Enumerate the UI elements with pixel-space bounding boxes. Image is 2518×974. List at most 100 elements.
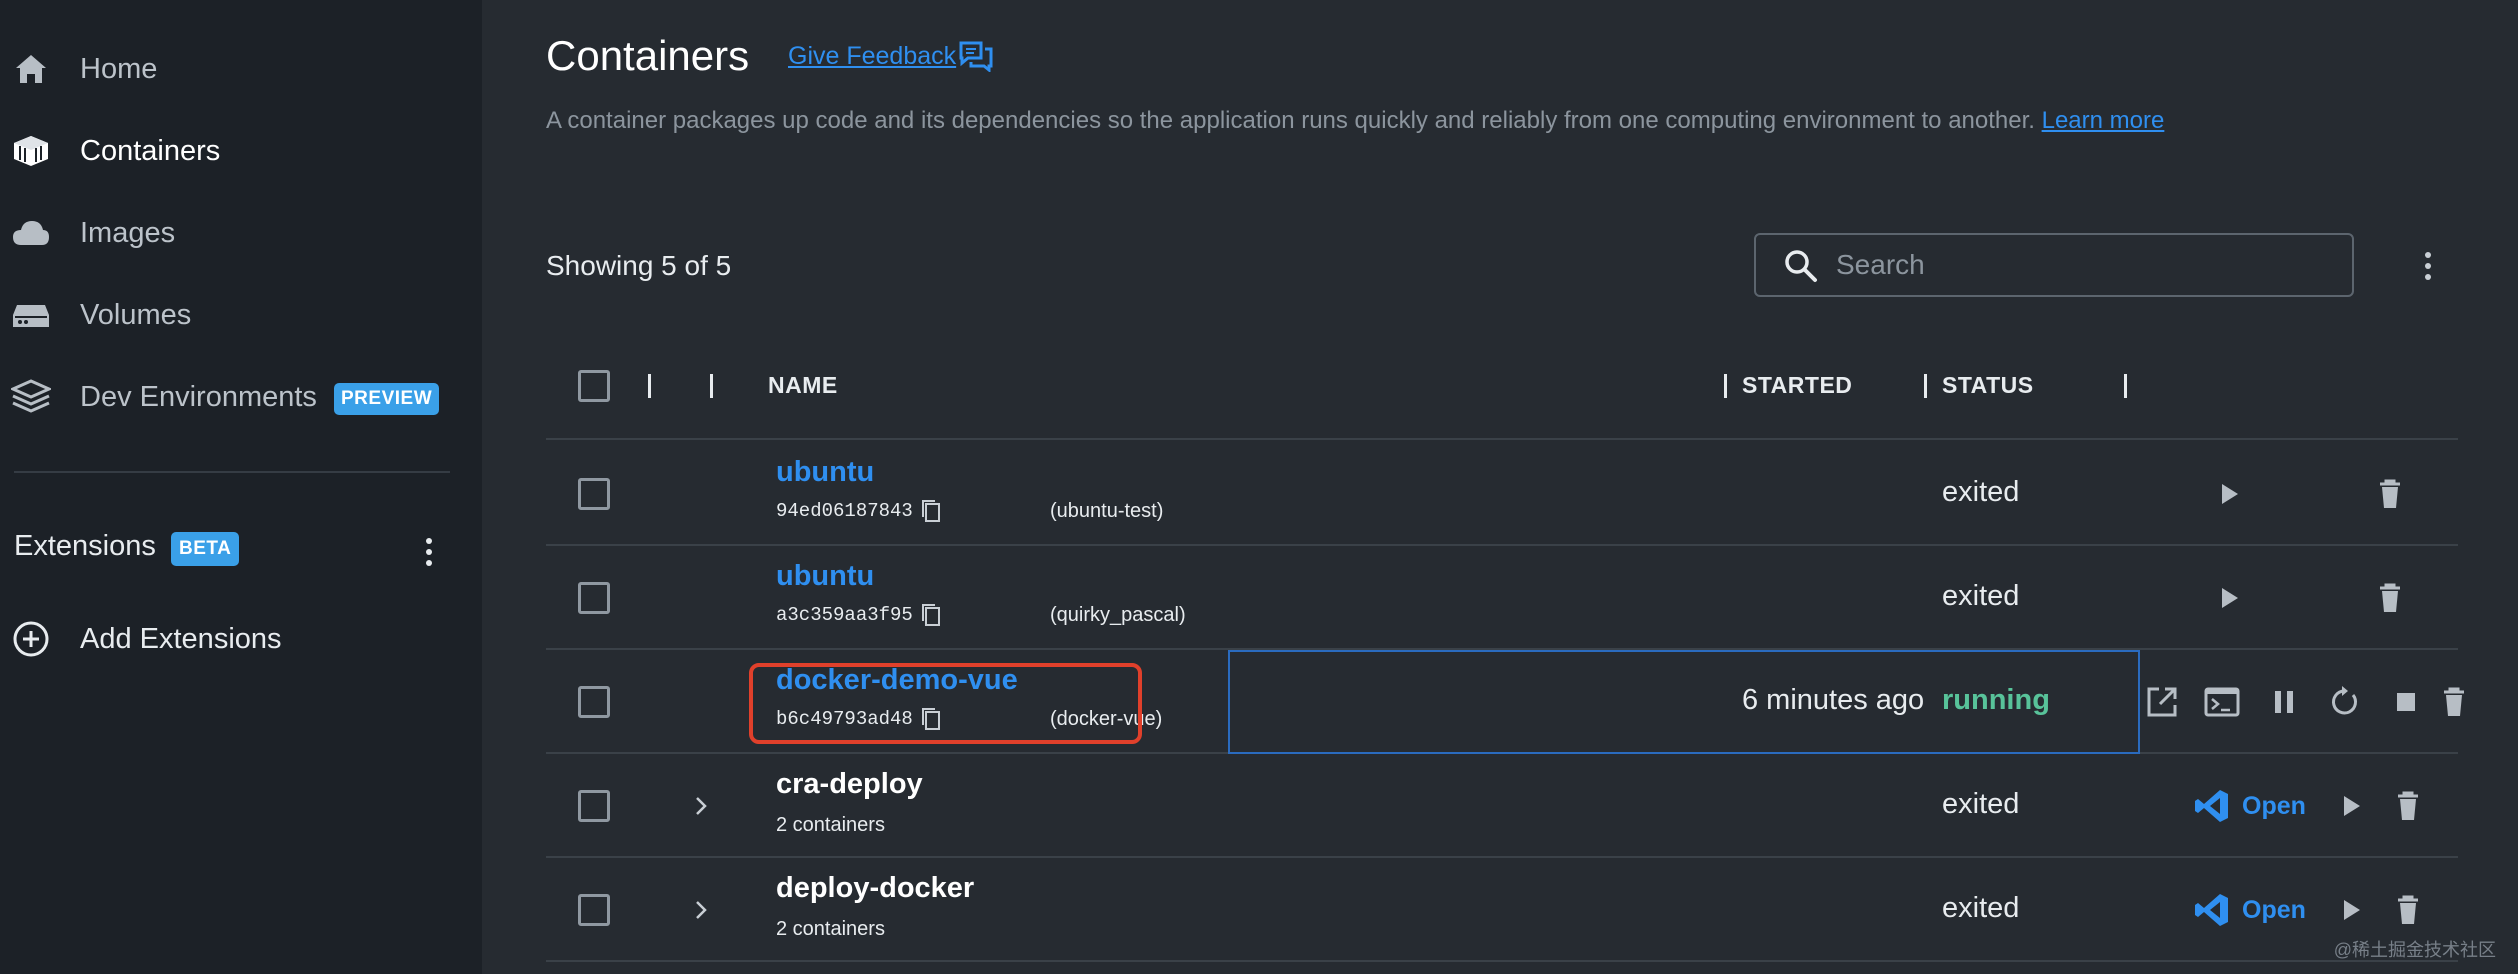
container-name-link[interactable]: ubuntu — [776, 560, 874, 593]
column-divider[interactable] — [2124, 374, 2127, 398]
dev-env-icon — [10, 376, 52, 418]
volume-icon — [10, 294, 52, 336]
nav-item-images[interactable]: Images — [0, 201, 482, 265]
compose-group-name[interactable]: cra-deploy — [776, 768, 923, 801]
container-id: a3c359aa3f95 — [776, 604, 913, 626]
container-image-alias: (docker-vue) — [1050, 708, 1163, 730]
extensions-menu-button[interactable] — [415, 532, 443, 572]
container-image-alias: (quirky_pascal) — [1050, 604, 1186, 626]
column-divider[interactable] — [1924, 374, 1927, 398]
open-in-browser-icon[interactable] — [2142, 682, 2182, 722]
table-row[interactable]: cra-deploy 2 containers exited Open — [546, 754, 2458, 858]
table-header: NAME STARTED STATUS — [546, 350, 2458, 440]
results-count: Showing 5 of 5 — [546, 250, 732, 281]
status-text: exited — [1942, 892, 2020, 924]
cloud-icon — [10, 212, 52, 254]
container-name-link[interactable]: ubuntu — [776, 456, 874, 489]
chevron-right-icon[interactable] — [686, 892, 716, 928]
search-box[interactable] — [1754, 233, 2354, 297]
copy-icon[interactable] — [920, 498, 942, 524]
container-count: 2 containers — [776, 918, 885, 940]
select-all-checkbox[interactable] — [578, 370, 610, 402]
main-content: Containers Give Feedback A container pac… — [482, 0, 2518, 974]
home-icon — [10, 48, 52, 90]
stop-icon[interactable] — [2386, 682, 2426, 722]
container-image-alias: (ubuntu-test) — [1050, 500, 1164, 522]
delete-icon[interactable] — [2370, 578, 2410, 618]
status-text: exited — [1942, 788, 2020, 820]
page-subtitle: A container packages up code and its dep… — [546, 107, 2164, 135]
delete-icon[interactable] — [2388, 786, 2428, 826]
nav-label: Images — [80, 216, 176, 249]
row-checkbox[interactable] — [578, 582, 610, 614]
search-icon — [1784, 249, 1818, 283]
start-icon[interactable] — [2210, 474, 2250, 514]
preview-badge: PREVIEW — [334, 383, 440, 415]
learn-more-link[interactable]: Learn more — [2042, 107, 2165, 134]
table-row[interactable]: docker-demo-vue b6c49793ad48 (docker-vue… — [546, 650, 2464, 754]
open-label: Open — [2242, 895, 2306, 924]
nav-item-home[interactable]: Home — [0, 37, 482, 101]
container-id: b6c49793ad48 — [776, 708, 913, 730]
add-extensions-button[interactable]: Add Extensions — [0, 607, 482, 671]
subtitle-text: A container packages up code and its dep… — [546, 107, 2035, 134]
delete-icon[interactable] — [2370, 474, 2410, 514]
container-count: 2 containers — [776, 814, 885, 836]
page-title: Containers — [546, 32, 750, 79]
nav-label: Home — [80, 52, 158, 85]
beta-badge: BETA — [171, 532, 240, 566]
search-input[interactable] — [1836, 243, 2336, 287]
start-icon[interactable] — [2210, 578, 2250, 618]
container-name-link[interactable]: docker-demo-vue — [776, 664, 1018, 697]
chevron-right-icon[interactable] — [686, 788, 716, 824]
status-text: exited — [1942, 580, 2020, 612]
pause-icon[interactable] — [2264, 682, 2304, 722]
container-icon — [10, 130, 52, 172]
column-header-status[interactable]: STATUS — [1942, 372, 2034, 399]
more-options-button[interactable] — [2414, 248, 2442, 284]
status-text: exited — [1942, 476, 2020, 508]
nav-label: Dev Environments — [80, 380, 317, 413]
add-circle-icon — [10, 618, 52, 660]
nav-label: Volumes — [80, 298, 192, 331]
nav-label: Containers — [80, 134, 221, 167]
nav-item-containers[interactable]: Containers — [0, 119, 482, 183]
delete-icon[interactable] — [2388, 890, 2428, 930]
column-divider[interactable] — [710, 374, 713, 398]
copy-icon[interactable] — [920, 706, 942, 732]
open-in-vscode-button[interactable]: Open — [2194, 888, 2306, 932]
open-in-vscode-button[interactable]: Open — [2194, 784, 2306, 828]
column-header-name[interactable]: NAME — [768, 372, 838, 399]
status-text: running — [1942, 684, 2050, 716]
vscode-icon — [2195, 790, 2228, 822]
column-divider[interactable] — [648, 374, 651, 398]
container-id: 94ed06187843 — [776, 500, 913, 522]
vscode-icon — [2195, 894, 2228, 926]
table-row[interactable]: ubuntu a3c359aa3f95 (quirky_pascal) exit… — [546, 546, 2458, 650]
compose-group-name[interactable]: deploy-docker — [776, 872, 974, 905]
start-icon[interactable] — [2332, 786, 2372, 826]
sidebar-divider — [14, 471, 450, 473]
open-label: Open — [2242, 791, 2306, 820]
column-header-started[interactable]: STARTED — [1742, 372, 1852, 399]
row-checkbox[interactable] — [578, 478, 610, 510]
watermark: @稀土掘金技术社区 — [2333, 940, 2496, 960]
restart-icon[interactable] — [2324, 682, 2364, 722]
table-row[interactable]: ubuntu 94ed06187843 (ubuntu-test) exited — [546, 442, 2458, 546]
column-divider[interactable] — [1724, 374, 1727, 398]
row-checkbox[interactable] — [578, 894, 610, 926]
add-extensions-label: Add Extensions — [80, 622, 282, 655]
delete-icon[interactable] — [2434, 682, 2474, 722]
row-checkbox[interactable] — [578, 686, 610, 718]
nav-item-volumes[interactable]: Volumes — [0, 283, 482, 347]
started-time: 6 minutes ago — [1742, 684, 1924, 716]
copy-icon[interactable] — [920, 602, 942, 628]
feedback-icon[interactable] — [958, 40, 994, 74]
give-feedback-link[interactable]: Give Feedback — [788, 42, 956, 71]
start-icon[interactable] — [2332, 890, 2372, 930]
cli-icon[interactable] — [2202, 682, 2242, 722]
sidebar: Home Containers Images Volumes Dev Envir… — [0, 0, 482, 974]
nav-item-dev-environments[interactable]: Dev Environments PREVIEW — [0, 365, 482, 429]
row-checkbox[interactable] — [578, 790, 610, 822]
table-row[interactable]: deploy-docker 2 containers exited Open — [546, 858, 2458, 962]
